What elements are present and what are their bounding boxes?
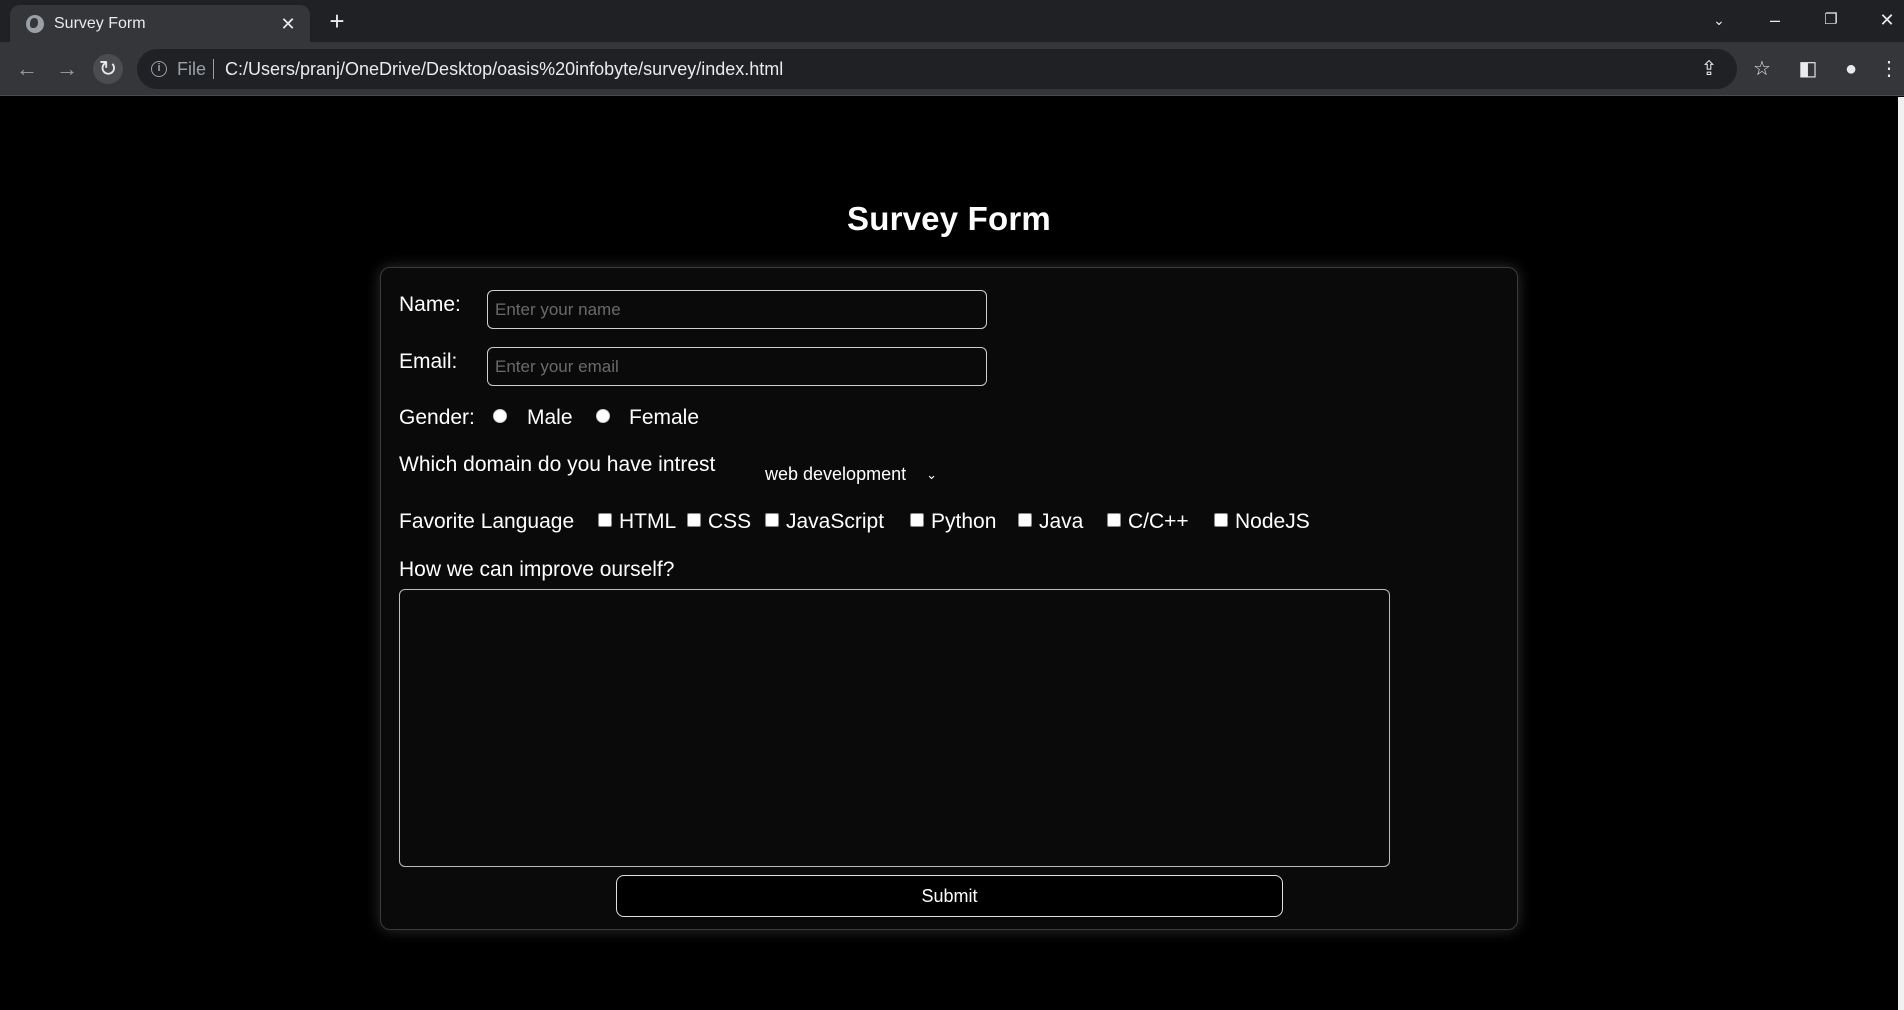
close-tab-icon[interactable]: ✕ — [276, 12, 300, 36]
tab-title: Survey Form — [54, 15, 146, 32]
browser-toolbar: ← → ↻ i File C:/Users/pranj/OneDrive/Des… — [0, 42, 1904, 96]
option-html[interactable]: HTML — [619, 510, 676, 534]
submit-button[interactable]: Submit — [616, 875, 1283, 917]
option-css[interactable]: CSS — [708, 510, 751, 534]
share-icon[interactable]: ⇪ — [1697, 57, 1721, 81]
side-panel-icon[interactable]: ◧ — [1793, 54, 1823, 84]
scrollbar[interactable] — [1898, 97, 1904, 1010]
domain-select[interactable]: web development ⌄ — [755, 457, 947, 492]
name-input[interactable] — [487, 290, 987, 329]
minimize-button[interactable]: – — [1752, 4, 1798, 36]
domain-selected-value: web development — [765, 464, 907, 484]
option-javascript[interactable]: JavaScript — [786, 510, 884, 534]
checkbox-html[interactable] — [598, 513, 612, 527]
bookmark-star-icon[interactable]: ☆ — [1747, 54, 1777, 84]
option-nodejs[interactable]: NodeJS — [1235, 510, 1310, 534]
page-title: Survey Form — [847, 200, 1051, 237]
domain-label: Which domain do you have intrest — [399, 453, 716, 476]
male-option-label[interactable]: Male — [527, 406, 573, 430]
improve-label: How we can improve ourself? — [399, 558, 675, 581]
page-viewport: Survey Form Name: Email: Gender: Male Fe… — [0, 97, 1898, 1010]
menu-icon[interactable]: ⋮ — [1874, 54, 1904, 84]
email-label: Email: — [399, 350, 458, 373]
checkbox-java[interactable] — [1018, 513, 1032, 527]
globe-icon — [26, 15, 44, 33]
gender-label: Gender: — [399, 406, 475, 429]
address-bar[interactable]: i File C:/Users/pranj/OneDrive/Desktop/o… — [137, 49, 1737, 89]
back-icon[interactable]: ← — [12, 54, 42, 84]
divider — [213, 59, 214, 79]
option-java[interactable]: Java — [1039, 510, 1083, 534]
female-option-label[interactable]: Female — [629, 406, 699, 430]
improve-textarea[interactable] — [399, 589, 1390, 867]
active-tab[interactable]: Survey Form ✕ — [10, 5, 310, 42]
forward-icon[interactable]: → — [52, 54, 82, 84]
name-label: Name: — [399, 293, 461, 316]
restore-button[interactable]: ❐ — [1808, 4, 1854, 36]
checkbox-css[interactable] — [687, 513, 701, 527]
info-icon[interactable]: i — [151, 61, 167, 77]
url-text[interactable]: C:/Users/pranj/OneDrive/Desktop/oasis%20… — [225, 59, 783, 80]
female-radio[interactable] — [596, 409, 610, 423]
chevron-down-icon: ⌄ — [926, 467, 937, 482]
tab-strip: Survey Form ✕ + ⌄ – ❐ ✕ — [0, 0, 1904, 42]
male-radio[interactable] — [493, 409, 507, 423]
file-scheme-label: File — [177, 59, 207, 79]
checkbox-javascript[interactable] — [765, 513, 779, 527]
close-window-button[interactable]: ✕ — [1864, 4, 1904, 36]
profile-icon[interactable]: ● — [1836, 54, 1866, 84]
survey-form: Name: Email: Gender: Male Female Which d… — [380, 267, 1518, 930]
option-python[interactable]: Python — [931, 510, 996, 534]
checkbox-cpp[interactable] — [1107, 513, 1121, 527]
language-label: Favorite Language — [399, 510, 575, 533]
checkbox-python[interactable] — [910, 513, 924, 527]
tab-search-icon[interactable]: ⌄ — [1696, 4, 1742, 36]
checkbox-nodejs[interactable] — [1214, 513, 1228, 527]
option-cpp[interactable]: C/C++ — [1128, 510, 1189, 534]
email-input[interactable] — [487, 347, 987, 386]
new-tab-button[interactable]: + — [322, 7, 352, 37]
reload-icon[interactable]: ↻ — [93, 54, 123, 84]
